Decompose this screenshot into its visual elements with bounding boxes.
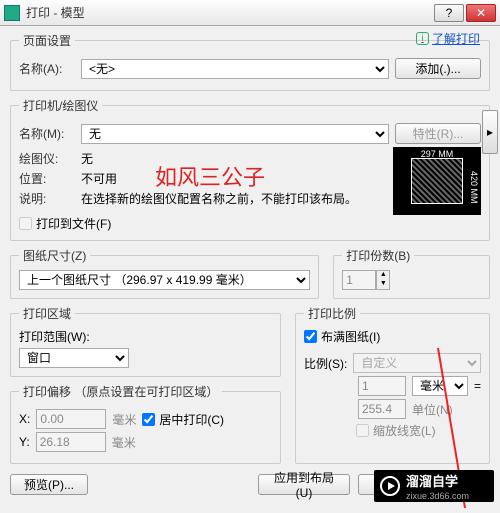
scale-den-unit: 单位(N) [412, 401, 453, 418]
location-label: 位置: [19, 170, 75, 187]
help-button[interactable]: ? [434, 4, 464, 22]
copies-group: 打印份数(B) ▲▼ [333, 247, 490, 299]
print-range-select[interactable]: 窗口 [19, 348, 129, 368]
dialog-body: i 了解打印 页面设置 名称(A): <无> 添加(.)... 打印机/绘图仪 … [0, 26, 500, 501]
scale-label: 比例(S): [304, 355, 347, 372]
printer-group: 打印机/绘图仪 名称(M): 无 特性(R)... 绘图仪: 无 位置: 不可用 说… [10, 97, 490, 241]
plotter-value: 无 [81, 150, 93, 167]
print-to-file-label: 打印到文件(F) [36, 215, 111, 232]
offset-x-label: X: [19, 412, 30, 426]
play-icon [380, 476, 400, 496]
app-icon [4, 5, 20, 21]
offset-x-unit: 毫米 [112, 411, 136, 428]
desc-value: 在选择新的绘图仪配置名称之前，不能打印该布局。 [81, 190, 385, 207]
brand-url: zixue.3d66.com [406, 491, 469, 501]
print-area-legend: 打印区域 [19, 305, 75, 322]
scale-num-input[interactable] [358, 376, 406, 396]
fit-paper-checkbox[interactable]: 布满图纸(I) [304, 328, 481, 345]
pagesetup-name-select[interactable]: <无> [81, 59, 389, 79]
printer-props-button[interactable]: 特性(R)... [395, 123, 481, 144]
center-print-checkbox[interactable]: 居中打印(C) [142, 411, 224, 428]
scale-select[interactable]: 自定义 [353, 353, 481, 373]
print-area-group: 打印区域 打印范围(W): 窗口 [10, 305, 281, 377]
window-title: 打印 - 模型 [26, 4, 432, 21]
fit-paper-input[interactable] [304, 330, 317, 343]
copies-spinner[interactable]: ▲▼ [342, 270, 390, 290]
learn-print-label: 了解打印 [432, 30, 480, 47]
paper-size-legend: 图纸尺寸(Z) [19, 247, 90, 264]
pagesetup-name-label: 名称(A): [19, 60, 75, 77]
printer-name-label: 名称(M): [19, 125, 75, 142]
printer-name-select[interactable]: 无 [81, 124, 389, 144]
titlebar: 打印 - 模型 ? ✕ [0, 0, 500, 26]
print-scale-legend: 打印比例 [304, 305, 360, 322]
close-button[interactable]: ✕ [466, 4, 496, 22]
add-pagesetup-button[interactable]: 添加(.)... [395, 58, 481, 79]
offset-y-label: Y: [19, 435, 30, 449]
offset-x-input[interactable] [36, 409, 106, 429]
paper-size-group: 图纸尺寸(Z) 上一个图纸尺寸 （296.97 x 419.99 毫米） [10, 247, 319, 299]
location-value: 不可用 [81, 170, 117, 187]
desc-label: 说明: [19, 190, 75, 207]
plotter-label: 绘图仪: [19, 150, 75, 167]
print-offset-group: 打印偏移 （原点设置在可打印区域） X: 毫米 居中打印(C) Y: 毫米 [10, 383, 281, 464]
page-setup-legend: 页面设置 [19, 32, 75, 49]
copies-input [342, 270, 376, 290]
scale-lineweight-checkbox[interactable]: 缩放线宽(L) [356, 422, 481, 439]
print-to-file-input [19, 217, 32, 230]
print-scale-group: 打印比例 布满图纸(I) 比例(S): 自定义 毫米 = 单位(N) 缩放线宽(… [295, 305, 490, 464]
brand-overlay: 溜溜自学 zixue.3d66.com [374, 470, 494, 502]
scale-lineweight-label: 缩放线宽(L) [373, 422, 436, 439]
paper-size-select[interactable]: 上一个图纸尺寸 （296.97 x 419.99 毫米） [19, 270, 310, 290]
preview-height: 420 MM [469, 171, 479, 204]
print-offset-legend: 打印偏移 （原点设置在可打印区域） [19, 383, 222, 400]
scale-den-input[interactable] [358, 399, 406, 419]
brand-name: 溜溜自学 [406, 471, 469, 490]
equals-label: = [474, 379, 481, 393]
copies-spin-buttons: ▲▼ [376, 270, 390, 290]
copies-legend: 打印份数(B) [342, 247, 414, 264]
fit-paper-label: 布满图纸(I) [321, 328, 380, 345]
center-print-label: 居中打印(C) [159, 411, 224, 428]
center-print-input[interactable] [142, 413, 155, 426]
scale-num-unit-select[interactable]: 毫米 [412, 376, 468, 396]
preview-button[interactable]: 预览(P)... [10, 474, 88, 495]
offset-y-input[interactable] [36, 432, 106, 452]
print-range-label: 打印范围(W): [19, 328, 272, 345]
offset-y-unit: 毫米 [112, 434, 136, 451]
learn-print-link[interactable]: i 了解打印 [416, 30, 480, 47]
printer-legend: 打印机/绘图仪 [19, 97, 102, 114]
scale-lineweight-input [356, 424, 369, 437]
paper-preview: 297 MM 420 MM [393, 147, 481, 215]
preview-page-icon [411, 158, 463, 204]
apply-layout-button[interactable]: 应用到布局(U) [258, 474, 350, 495]
print-to-file-checkbox[interactable]: 打印到文件(F) [19, 215, 481, 232]
info-icon: i [416, 32, 429, 45]
expand-button[interactable]: ▸ [482, 110, 498, 154]
preview-width: 297 MM [421, 149, 454, 159]
